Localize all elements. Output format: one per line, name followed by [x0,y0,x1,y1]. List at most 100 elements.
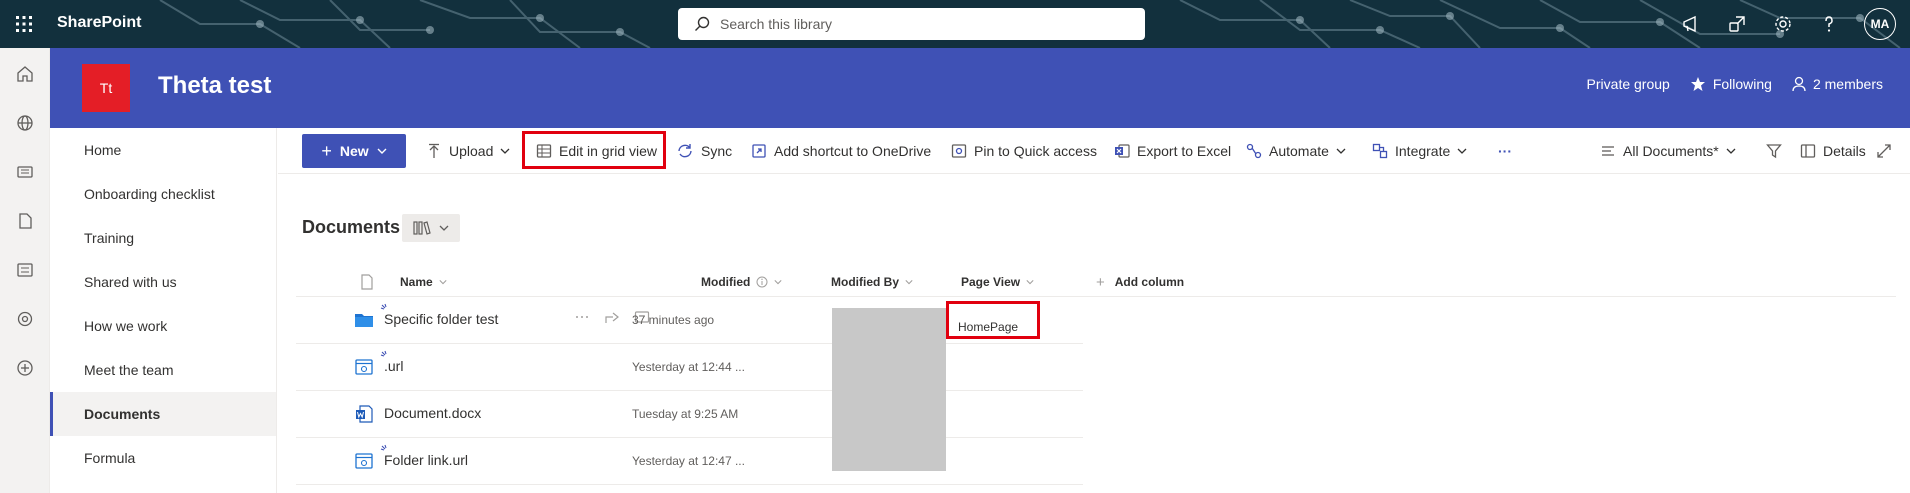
sync-button[interactable]: Sync [670,135,738,167]
suite-bar: SharePoint Search this library MA [0,0,1910,48]
automate-icon [1246,143,1262,159]
share-icon[interactable] [1726,13,1748,35]
following-button[interactable]: Following [1690,76,1772,92]
nav-item-home[interactable]: Home [50,128,276,172]
filter-button[interactable] [1760,135,1788,167]
site-title[interactable]: Theta test [158,72,271,100]
more-options-icon[interactable] [574,309,590,325]
add-column-button[interactable]: + Add column [1096,268,1184,296]
file-name[interactable]: Specific folder test [384,311,498,327]
export-excel-button[interactable]: Export to Excel [1108,135,1237,167]
file-name[interactable]: .url [384,358,403,374]
settings-icon[interactable] [1772,13,1794,35]
grid-icon [536,144,552,158]
filter-icon [1766,144,1782,159]
chevron-down-icon [905,280,913,285]
add-column-label: Add column [1114,275,1185,289]
nav-item-documents[interactable]: Documents [50,392,276,436]
site-logo[interactable]: Tt [82,64,130,112]
search-box[interactable]: Search this library [678,8,1145,40]
globe-icon[interactable] [13,111,37,135]
upload-label: Upload [449,143,494,159]
table-row[interactable]: .url Yesterday at 12:44 ... [296,344,1083,391]
file-type-column-header[interactable] [360,268,374,296]
nav-item-how-we-work[interactable]: How we work [50,304,276,348]
loop-icon[interactable] [13,307,37,331]
nav-item-shared[interactable]: Shared with us [50,260,276,304]
app-launcher-icon[interactable] [0,0,48,48]
nav-item-formula[interactable]: Formula [50,436,276,480]
chevron-down-icon [1457,148,1467,154]
edit-grid-view-button[interactable]: Edit in grid view [530,135,663,167]
document-library: Documents Name Modified Modified By Page… [278,174,1910,493]
modified-by-column-header[interactable]: Modified By [831,268,913,296]
upload-button[interactable]: Upload [420,135,516,167]
expand-button[interactable] [1870,135,1898,167]
person-icon [1792,76,1806,92]
sharepoint-brand[interactable]: SharePoint [57,14,141,32]
integrate-icon [1372,143,1388,159]
new-button[interactable]: + New [302,134,406,168]
file-name[interactable]: Document.docx [384,405,481,421]
add-shortcut-button[interactable]: Add shortcut to OneDrive [745,135,937,167]
modified-date: 37 minutes ago [632,313,715,327]
file-name[interactable]: Folder link.url [384,452,468,468]
plus-icon: + [321,140,332,161]
app-bar [0,48,50,493]
name-column-header[interactable]: Name [400,268,447,296]
nav-item-label: Documents [84,406,161,422]
more-commands-button[interactable]: ··· [1492,135,1518,167]
members-label: 2 members [1812,76,1883,92]
table-row[interactable]: Document.docx Tuesday at 9:25 AM [296,391,1083,438]
name-column-label: Name [400,275,433,289]
home-icon[interactable] [13,62,37,86]
nav-item-meet-team[interactable]: Meet the team [50,348,276,392]
pin-icon [951,144,967,158]
nav-item-label: How we work [84,318,168,334]
list-view-icon [1602,146,1614,156]
nav-item-label: Home [84,142,122,158]
automate-button[interactable]: Automate [1240,135,1352,167]
edit-grid-label: Edit in grid view [559,143,658,159]
modified-date: Yesterday at 12:44 ... [632,360,745,374]
lists-icon[interactable] [13,258,37,282]
page-view-column-header[interactable]: Page View [961,268,1034,296]
details-button[interactable]: Details [1794,135,1872,167]
add-icon[interactable] [13,356,37,380]
details-label: Details [1823,143,1866,159]
redacted-modified-by [832,308,946,471]
search-input[interactable]: Search this library [720,16,832,32]
user-avatar[interactable]: MA [1864,8,1896,40]
page-view-value[interactable]: HomePage [958,320,1018,334]
document-icon [361,274,373,290]
library-icon [413,221,431,235]
table-row[interactable]: Folder link.url Yesterday at 12:47 ... [296,438,1083,485]
site-header: Tt Theta test Private group Following 2 … [50,48,1910,128]
folder-icon [355,314,373,327]
link-file-icon [355,359,373,375]
news-icon[interactable] [13,160,37,184]
nav-item-training[interactable]: Training [50,216,276,260]
command-bar: + New Upload Edit in grid view Sync Add … [278,128,1910,174]
left-navigation: Home Onboarding checklist Training Share… [50,128,277,493]
nav-item-onboarding[interactable]: Onboarding checklist [50,172,276,216]
integrate-button[interactable]: Integrate [1366,135,1473,167]
automate-label: Automate [1269,143,1329,159]
share-icon[interactable] [604,309,620,325]
modified-column-header[interactable]: Modified [701,268,782,296]
star-icon [1690,77,1705,91]
members-button[interactable]: 2 members [1792,76,1883,92]
pin-quick-access-button[interactable]: Pin to Quick access [945,135,1103,167]
chevron-down-icon [1726,148,1736,154]
expand-icon [1877,144,1891,158]
megaphone-icon[interactable] [1680,13,1702,35]
chevron-down-icon [1336,148,1346,154]
nav-item-label: Meet the team [84,362,174,378]
help-icon[interactable] [1818,13,1840,35]
privacy-label: Private group [1587,76,1670,92]
view-switcher-button[interactable] [402,214,460,242]
nav-item-label: Onboarding checklist [84,186,215,202]
files-icon[interactable] [13,209,37,233]
view-selector[interactable]: All Documents* [1594,135,1742,167]
chevron-down-icon [1026,280,1034,285]
